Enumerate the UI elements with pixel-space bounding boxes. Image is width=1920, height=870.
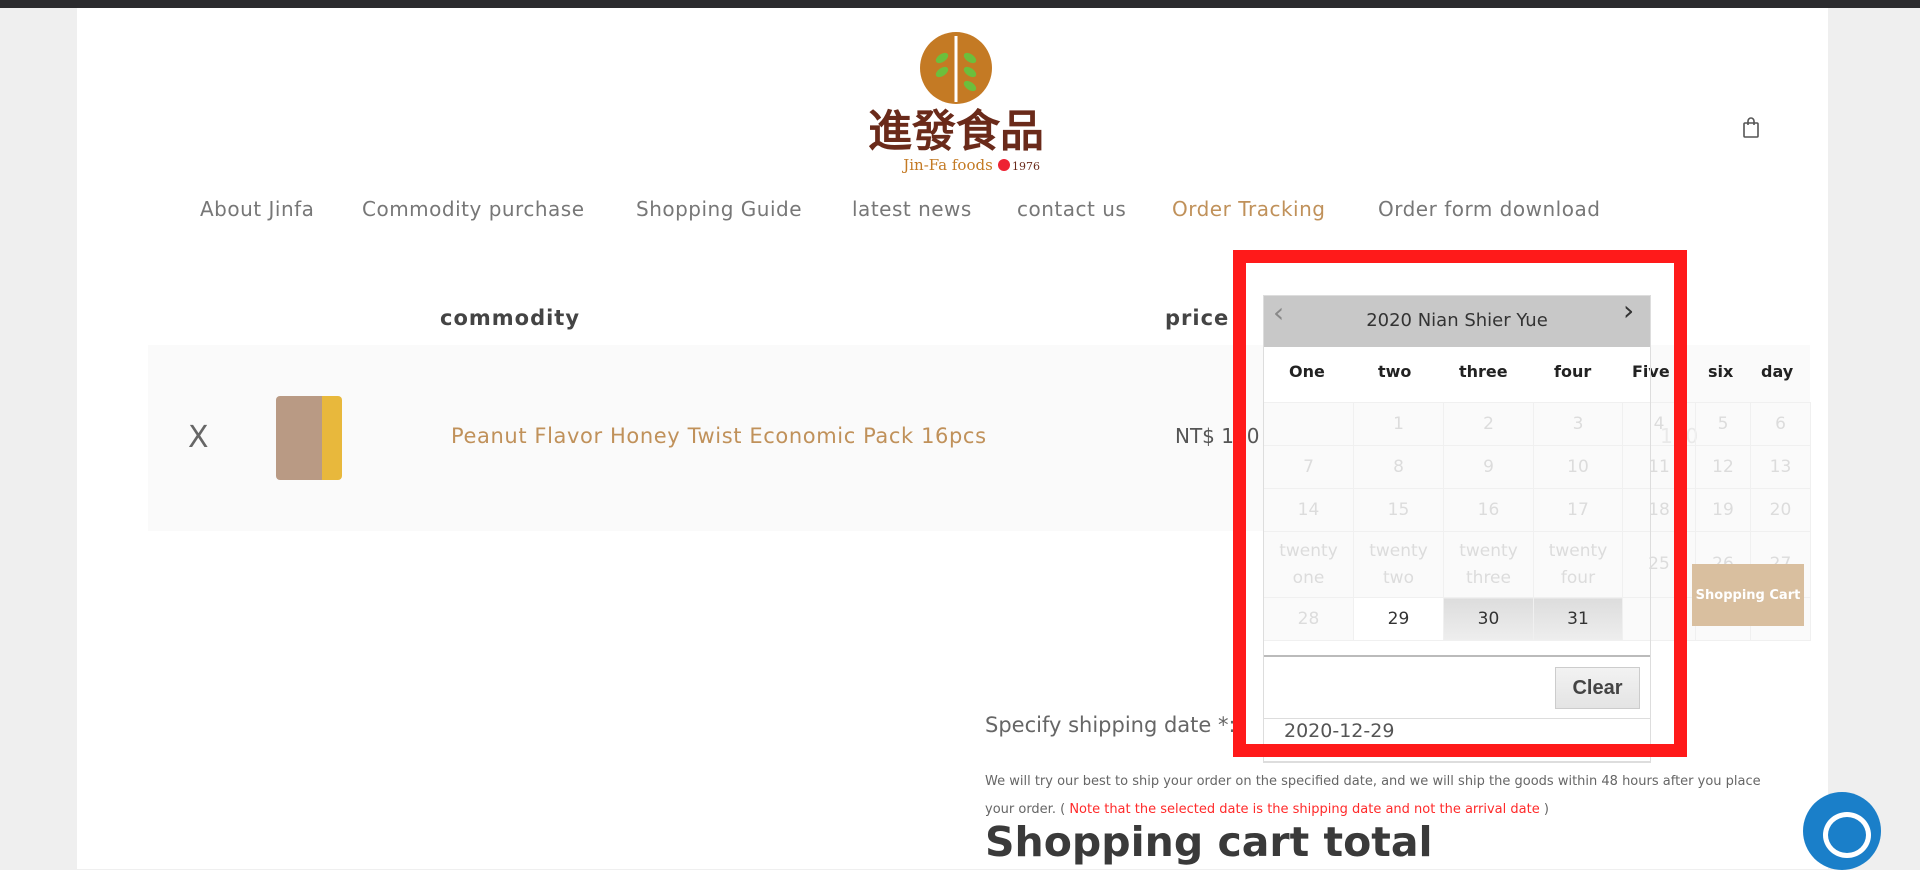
nav-order-tracking[interactable]: Order Tracking <box>1172 197 1325 221</box>
product-name-link[interactable]: Peanut Flavor Honey Twist Economic Pack … <box>451 424 987 448</box>
svg-text:Jin-Fa foods: Jin-Fa foods <box>901 156 993 174</box>
shopping-cart-button[interactable]: Shopping Cart <box>1692 564 1804 626</box>
svg-text:進發食品: 進發食品 <box>868 106 1044 157</box>
browser-top-bar <box>0 0 1920 8</box>
shipping-date-label: Specify shipping date *: <box>985 713 1236 737</box>
column-header-commodity: commodity <box>440 306 581 330</box>
note-warning: Note that the selected date is the shipp… <box>1069 802 1540 817</box>
cart-total-heading: Shopping cart total <box>985 818 1433 866</box>
nav-latest-news[interactable]: latest news <box>852 197 972 221</box>
jinfa-logo[interactable]: 進發食品 Jin-Fa foods 1976 <box>858 28 1054 178</box>
calendar-day: 12 <box>1695 445 1751 489</box>
highlight-box <box>1233 250 1687 757</box>
shipping-note: We will try our best to ship your order … <box>985 768 1785 824</box>
nav-contact-us[interactable]: contact us <box>1017 197 1126 221</box>
weekday-label: six <box>1708 362 1734 381</box>
column-header-price: price <box>1165 306 1230 330</box>
shopping-bag-icon[interactable] <box>1742 116 1760 138</box>
calendar-day: 6 <box>1750 402 1811 446</box>
remove-item-button[interactable]: X <box>188 420 209 455</box>
product-thumbnail <box>276 396 342 480</box>
nav-commodity-purchase[interactable]: Commodity purchase <box>362 197 585 221</box>
svg-text:1976: 1976 <box>1012 160 1040 173</box>
calendar-day: 19 <box>1695 488 1751 532</box>
calendar-day: 20 <box>1750 488 1811 532</box>
chat-bubble-button[interactable] <box>1803 792 1881 870</box>
nav-order-form-download[interactable]: Order form download <box>1378 197 1600 221</box>
calendar-day: 5 <box>1695 402 1751 446</box>
calendar-day: 13 <box>1750 445 1811 489</box>
nav-about-jinfa[interactable]: About Jinfa <box>200 197 314 221</box>
weekday-label: day <box>1761 362 1794 381</box>
nav-shopping-guide[interactable]: Shopping Guide <box>636 197 802 221</box>
note-end: ) <box>1543 802 1549 817</box>
